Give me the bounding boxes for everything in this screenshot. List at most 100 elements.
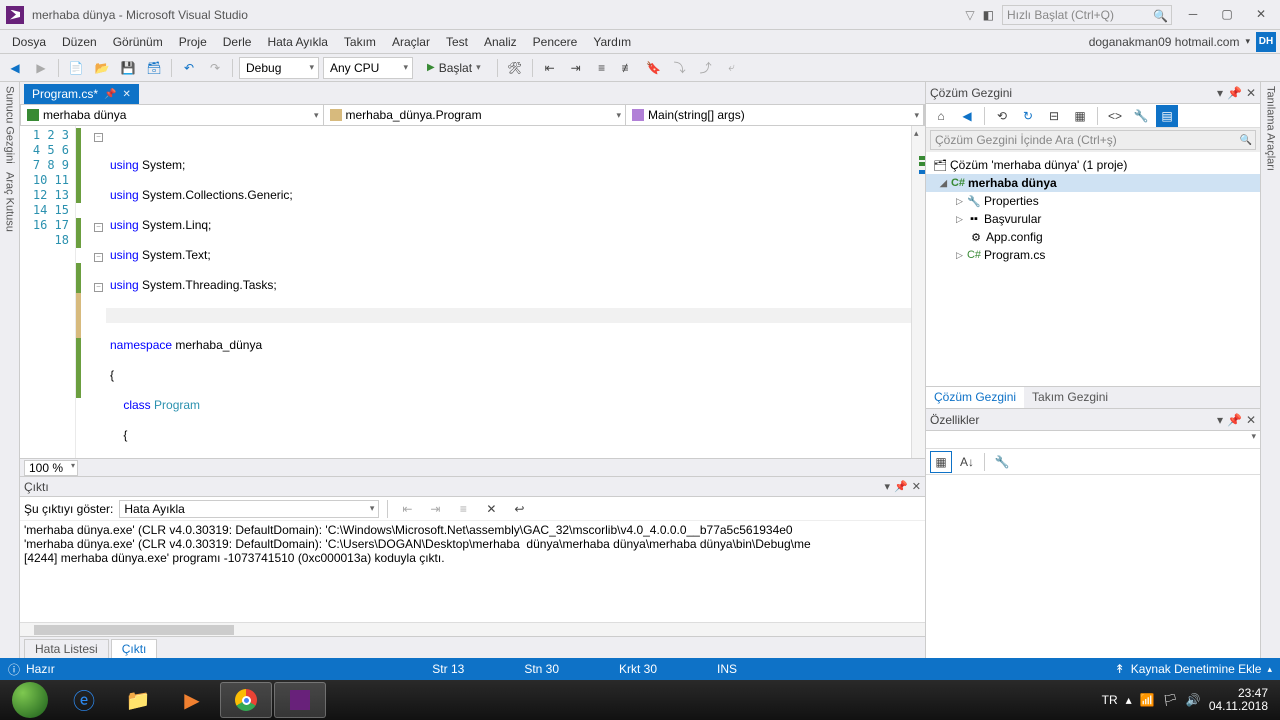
menu-team[interactable]: Takım: [336, 30, 384, 53]
undo-button[interactable]: ↶: [178, 57, 200, 79]
tray-sound-icon[interactable]: 🔊: [1186, 693, 1201, 707]
taskbar-explorer[interactable]: 📁: [112, 682, 164, 718]
se-refresh-button[interactable]: ↻: [1017, 105, 1039, 127]
close-button[interactable]: ✕: [1248, 5, 1274, 25]
taskbar-media[interactable]: ▶: [166, 682, 218, 718]
output-tb-1[interactable]: ⇤: [396, 498, 418, 520]
menu-window[interactable]: Pencere: [525, 30, 586, 53]
maximize-button[interactable]: ▢: [1214, 5, 1240, 25]
tree-solution-node[interactable]: 🗂 Çözüm 'merhaba dünya' (1 proje): [926, 156, 1260, 174]
se-preview-button[interactable]: ▤: [1156, 105, 1178, 127]
panel-dropdown-icon[interactable]: ▾: [885, 480, 891, 493]
quick-launch-input[interactable]: Hızlı Başlat (Ctrl+Q) 🔍: [1002, 5, 1172, 25]
tray-network-icon[interactable]: 📶: [1140, 693, 1155, 707]
se-pin-icon[interactable]: 📌: [1227, 86, 1242, 100]
filter-icon[interactable]: ▽: [965, 8, 974, 22]
taskbar-ie[interactable]: ⓔ: [58, 682, 110, 718]
system-tray[interactable]: TR ▴ 📶 🏳 🔊 23:47 04.11.2018: [1102, 687, 1276, 713]
fold-toggle[interactable]: −: [94, 253, 103, 262]
tree-properties-node[interactable]: ▷ 🔧 Properties: [926, 192, 1260, 210]
start-button[interactable]: [4, 682, 56, 718]
properties-grid[interactable]: [926, 475, 1260, 658]
tray-clock[interactable]: 23:47 04.11.2018: [1209, 687, 1268, 713]
tb-step-2[interactable]: ⤴: [695, 57, 717, 79]
tree-appconfig-node[interactable]: ⚙ App.config: [926, 228, 1260, 246]
menu-view[interactable]: Görünüm: [105, 30, 171, 53]
menu-tools[interactable]: Araçlar: [384, 30, 438, 53]
output-text[interactable]: 'merhaba dünya.exe' (CLR v4.0.30319: Def…: [20, 521, 925, 622]
menu-project[interactable]: Proje: [171, 30, 215, 53]
output-tb-2[interactable]: ⇥: [424, 498, 446, 520]
nav-type-combo[interactable]: merhaba_dünya.Program: [324, 105, 627, 125]
tb-bookmark[interactable]: 🔖: [643, 57, 665, 79]
se-code-button[interactable]: <>: [1104, 105, 1126, 127]
se-collapse-button[interactable]: ⊟: [1043, 105, 1065, 127]
menu-debug[interactable]: Hata Ayıkla: [259, 30, 335, 53]
se-properties-button[interactable]: 🔧: [1130, 105, 1152, 127]
nav-back-button[interactable]: ◀: [4, 57, 26, 79]
panel-close-icon[interactable]: ✕: [912, 480, 921, 493]
panel-pin-icon[interactable]: 📌: [894, 480, 908, 493]
toolbox-tab[interactable]: Araç Kutusu: [4, 172, 16, 232]
fold-toggle[interactable]: −: [94, 133, 103, 142]
tb-step-3[interactable]: ⤶: [721, 57, 743, 79]
start-debug-button[interactable]: ▶ Başlat ▾: [417, 57, 491, 79]
nav-scope-combo[interactable]: merhaba dünya: [21, 105, 324, 125]
tray-lang[interactable]: TR: [1102, 693, 1118, 707]
server-explorer-tab[interactable]: Sunucu Gezgini: [4, 86, 16, 164]
tray-up-icon[interactable]: ▴: [1126, 693, 1132, 707]
fold-toggle[interactable]: −: [94, 283, 103, 292]
tree-project-node[interactable]: ◢ C# merhaba dünya: [926, 174, 1260, 192]
document-tab-program[interactable]: Program.cs* 📌 ✕: [24, 84, 139, 104]
taskbar-visualstudio[interactable]: [274, 682, 326, 718]
fold-toggle[interactable]: −: [94, 223, 103, 232]
scm-add-button[interactable]: ↟ Kaynak Denetimine Ekle ▴: [1115, 662, 1272, 676]
code-surface[interactable]: using System; using System.Collections.G…: [106, 126, 911, 458]
menu-analyze[interactable]: Analiz: [476, 30, 525, 53]
output-hscroll[interactable]: [20, 622, 925, 636]
menu-test[interactable]: Test: [438, 30, 476, 53]
menu-edit[interactable]: Düzen: [54, 30, 105, 53]
tab-solution-explorer[interactable]: Çözüm Gezgini: [926, 387, 1024, 408]
editor-scrollbar[interactable]: ▴: [911, 126, 925, 458]
se-back-button[interactable]: ◀: [956, 105, 978, 127]
solution-explorer-search[interactable]: Çözüm Gezgini İçinde Ara (Ctrl+ş): [930, 130, 1256, 150]
menu-file[interactable]: Dosya: [4, 30, 54, 53]
nav-forward-button[interactable]: ▶: [30, 57, 52, 79]
tree-references-node[interactable]: ▷ ▪▪ Başvurular: [926, 210, 1260, 228]
open-file-button[interactable]: 📂: [91, 57, 113, 79]
tab-error-list[interactable]: Hata Listesi: [24, 639, 109, 658]
se-dropdown-icon[interactable]: ▾: [1217, 86, 1223, 100]
tb-indent-2[interactable]: ⇥: [565, 57, 587, 79]
user-area[interactable]: doganakman09 hotmail.com ▾ DH: [1089, 30, 1276, 53]
save-all-button[interactable]: 🗃: [143, 57, 165, 79]
close-tab-icon[interactable]: ✕: [122, 89, 130, 100]
output-source-combo[interactable]: Hata Ayıkla: [119, 500, 379, 518]
tab-team-explorer[interactable]: Takım Gezgini: [1024, 387, 1116, 408]
expand-toggle-icon[interactable]: ▷: [956, 196, 966, 207]
config-combo[interactable]: Debug: [239, 57, 319, 79]
outline-column[interactable]: − − − −: [92, 126, 106, 458]
se-showall-button[interactable]: ▦: [1069, 105, 1091, 127]
new-project-button[interactable]: 📄: [65, 57, 87, 79]
code-editor[interactable]: 1 2 3 4 5 6 7 8 9 10 11 12 13 14 15 16 1…: [20, 126, 925, 458]
se-home-button[interactable]: ⌂: [930, 105, 952, 127]
tree-programcs-node[interactable]: ▷ C# Program.cs: [926, 246, 1260, 264]
tb-uncomment[interactable]: ≢: [617, 57, 639, 79]
notifications-icon[interactable]: ◧: [983, 8, 994, 22]
output-wrap-button[interactable]: ↩: [508, 498, 530, 520]
props-pages-button[interactable]: 🔧: [991, 451, 1013, 473]
props-alpha-button[interactable]: A↓: [956, 451, 978, 473]
solution-tree[interactable]: 🗂 Çözüm 'merhaba dünya' (1 proje) ◢ C# m…: [926, 152, 1260, 386]
expand-toggle-icon[interactable]: ▷: [956, 250, 966, 261]
tb-misc-1[interactable]: 🛠: [504, 57, 526, 79]
minimize-button[interactable]: ─: [1180, 5, 1206, 25]
platform-combo[interactable]: Any CPU: [323, 57, 413, 79]
props-dropdown-icon[interactable]: ▾: [1217, 413, 1223, 427]
tray-flag-icon[interactable]: 🏳: [1163, 693, 1178, 707]
se-sync-button[interactable]: ⟲: [991, 105, 1013, 127]
nav-member-combo[interactable]: Main(string[] args): [626, 105, 924, 125]
props-close-icon[interactable]: ✕: [1246, 413, 1256, 427]
diagnostic-tools-tab[interactable]: Tanılama Araçları: [1265, 86, 1277, 171]
menu-build[interactable]: Derle: [215, 30, 260, 53]
